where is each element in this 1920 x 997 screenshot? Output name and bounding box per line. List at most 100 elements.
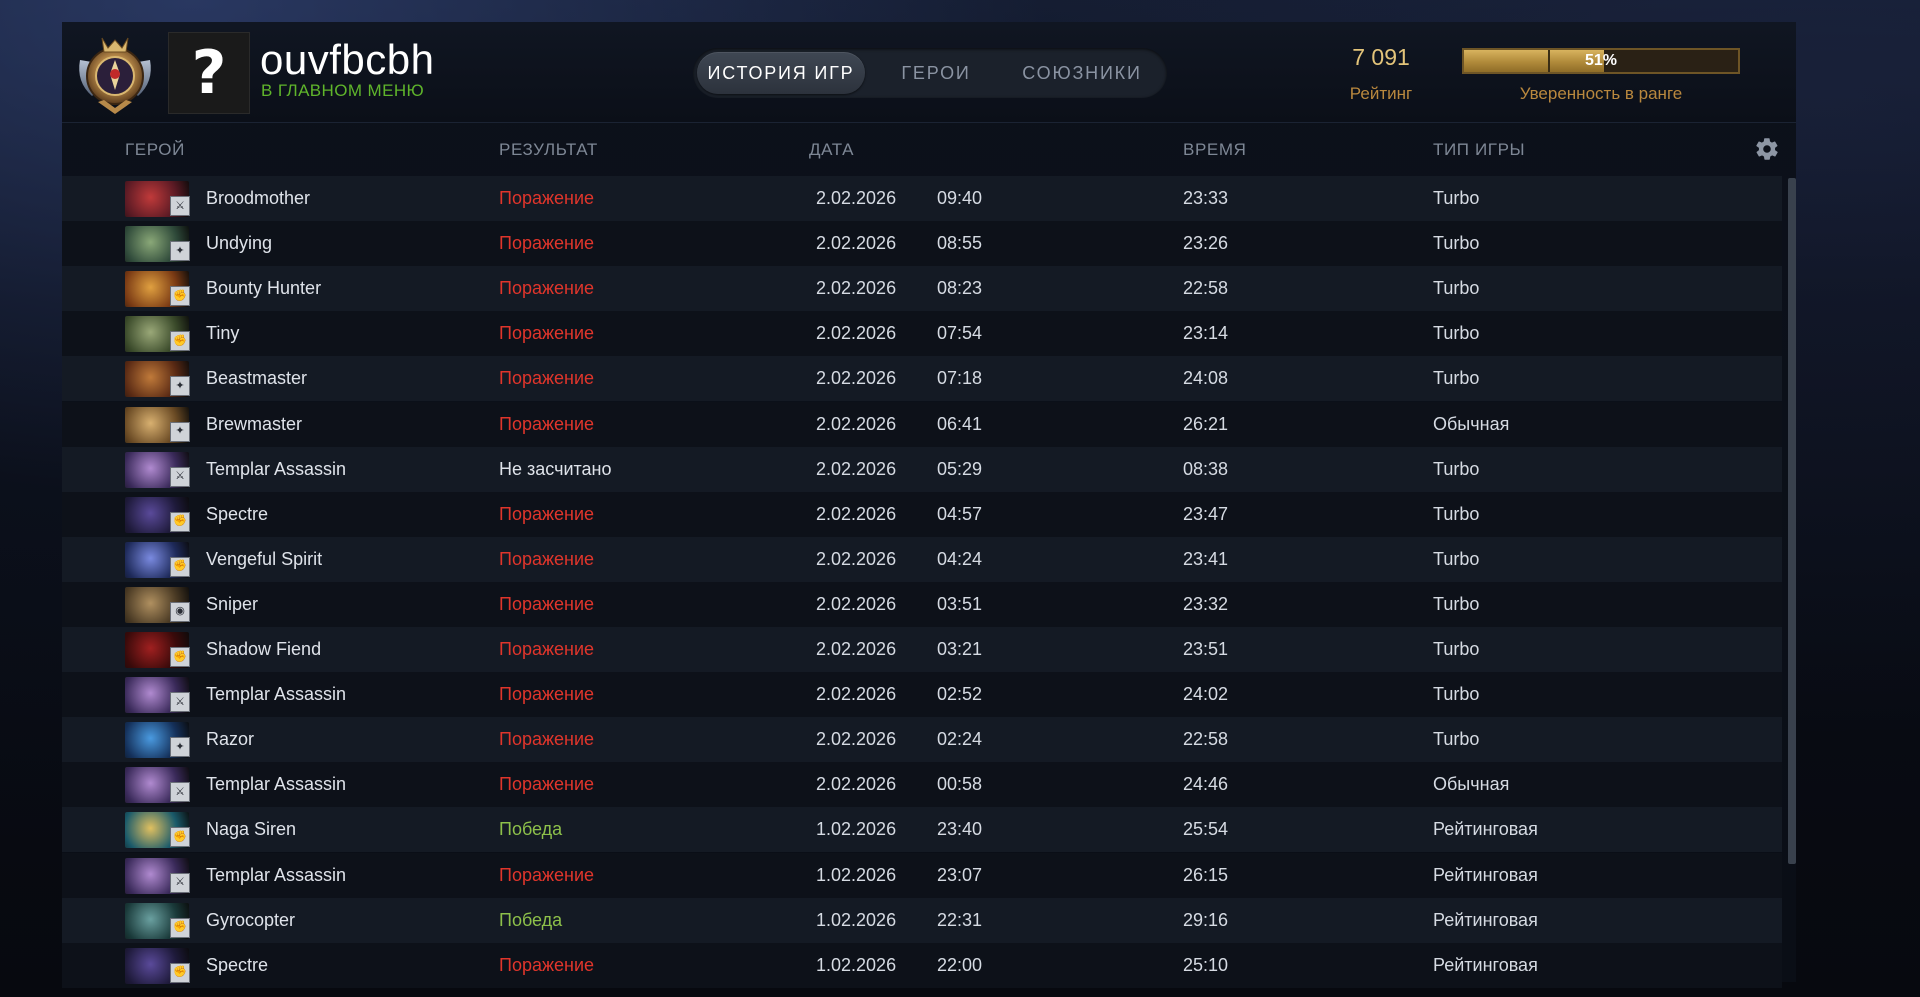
- match-result: Поражение: [499, 503, 595, 524]
- match-date: 2.02.2026: [816, 774, 897, 795]
- match-date: 2.02.2026: [816, 323, 897, 344]
- rating-label: Рейтинг: [1349, 84, 1413, 103]
- match-start-time: 07:54: [937, 323, 983, 344]
- match-result: Поражение: [499, 233, 595, 254]
- match-result: Поражение: [499, 639, 595, 659]
- tab-heroes[interactable]: ГЕРОИ: [877, 52, 995, 94]
- match-duration: 23:33: [1183, 188, 1229, 208]
- hero-role-icon: ✊: [170, 556, 190, 577]
- scrollbar[interactable]: [1788, 178, 1796, 864]
- match-duration: 23:47: [1183, 503, 1229, 524]
- match-row[interactable]: ✊ Spectre Поражение 2.02.2026 04:57 23:47 Turb…: [62, 491, 1782, 537]
- match-row[interactable]: ✊ Shadow Fiend Поражение 2.02.2026 03:21 23:5…: [62, 627, 1782, 672]
- column-header-hero[interactable]: ГЕРОЙ: [125, 140, 185, 160]
- hero-role-icon: ✦: [170, 421, 190, 442]
- match-row[interactable]: ⚔ Templar Assassin Поражение 2.02.2026 00:58…: [62, 762, 1782, 808]
- match-date: 2.02.2026: [816, 548, 897, 569]
- match-duration: 26:21: [1183, 413, 1229, 434]
- match-start-time: 07:18: [937, 368, 983, 389]
- match-duration: 24:46: [1183, 774, 1229, 795]
- match-result: Поражение: [499, 684, 595, 705]
- game-type: Обычная: [1433, 774, 1510, 795]
- avatar[interactable]: ?: [168, 32, 250, 114]
- match-row[interactable]: ⚔ Templar Assassin Поражение 1.02.2026 23:07…: [62, 852, 1782, 898]
- tab-allies[interactable]: СОЮЗНИКИ: [1007, 52, 1157, 94]
- match-start-time: 03:21: [937, 639, 983, 659]
- hero-name: Beastmaster: [206, 368, 308, 389]
- match-date: 2.02.2026: [816, 639, 897, 659]
- match-list: ⚔ Broodmother Поражение 2.02.2026 09:40 23:33…: [62, 176, 1796, 988]
- game-type: Turbo: [1433, 503, 1480, 524]
- match-row[interactable]: ✦ Brewmaster Поражение 2.02.2026 06:41 26:21 О…: [62, 401, 1782, 447]
- match-result: Поражение: [499, 278, 595, 299]
- match-date: 1.02.2026: [816, 819, 897, 840]
- game-type: Turbo: [1433, 368, 1480, 389]
- avatar-placeholder-glyph: ?: [191, 38, 227, 108]
- match-duration: 24:08: [1183, 368, 1229, 389]
- match-result: Не засчитано: [499, 458, 612, 479]
- match-row[interactable]: ⚔ Templar Assassin Поражение 2.02.2026 02:52…: [62, 672, 1782, 718]
- hero-role-icon: ✦: [170, 241, 190, 262]
- column-header-date[interactable]: ДАТА: [809, 140, 854, 160]
- game-type: Turbo: [1433, 323, 1480, 344]
- hero-role-icon: ✦: [170, 737, 190, 758]
- match-row[interactable]: ✦ Razor Поражение 2.02.2026 02:24 22:58 Turbo: [62, 717, 1782, 763]
- tab-match-history[interactable]: ИСТОРИЯ ИГР: [697, 52, 865, 94]
- match-row[interactable]: ✦ Beastmaster Поражение 2.02.2026 07:18 24:08…: [62, 356, 1782, 402]
- hero-role-icon: ✊: [170, 962, 190, 983]
- match-result: Поражение: [499, 954, 595, 975]
- hero-role-icon: ✦: [170, 376, 190, 397]
- match-row[interactable]: ✊ Vengeful Spirit Поражение 2.02.2026 04:24 2…: [62, 536, 1782, 582]
- gear-icon[interactable]: [1754, 136, 1780, 162]
- match-row[interactable]: ⚔ Templar Assassin Не засчитано 2.02.2026 05…: [62, 446, 1782, 492]
- match-row[interactable]: ✊ Tiny Поражение 2.02.2026 07:54 23:14 Turbo: [62, 311, 1782, 357]
- match-start-time: 23:40: [937, 819, 983, 840]
- game-type: Turbo: [1433, 458, 1480, 479]
- match-date: 1.02.2026: [816, 954, 897, 975]
- match-date: 1.02.2026: [816, 909, 897, 930]
- hero-role-icon: ⚔: [170, 466, 190, 487]
- game-type: Turbo: [1433, 188, 1480, 208]
- match-start-time: 02:52: [937, 684, 983, 705]
- match-result: Поражение: [499, 593, 595, 614]
- column-header-duration[interactable]: ВРЕМЯ: [1183, 140, 1246, 160]
- game-type: Рейтинговая: [1433, 864, 1538, 885]
- hero-name: Sniper: [206, 593, 259, 614]
- match-row[interactable]: ✊ Gyrocopter Победа 1.02.2026 22:31 29:16 Рейт…: [62, 897, 1782, 943]
- match-row[interactable]: ◉ Sniper Поражение 2.02.2026 03:51 23:32 Turbo: [62, 581, 1782, 627]
- match-row[interactable]: ✊ Naga Siren Победа 1.02.2026 23:40 25:54 Рейт…: [62, 807, 1782, 853]
- match-row[interactable]: ✦ Undying Поражение 2.02.2026 08:55 23:26 Turb…: [62, 221, 1782, 267]
- column-header-game-type[interactable]: ТИП ИГРЫ: [1433, 140, 1525, 160]
- column-header-result[interactable]: РЕЗУЛЬТАТ: [499, 140, 598, 160]
- hero-name: Broodmother: [206, 188, 311, 208]
- match-result: Поражение: [499, 864, 595, 885]
- player-name[interactable]: ouvfbcbh: [260, 36, 434, 84]
- match-row[interactable]: ⚔ Broodmother Поражение 2.02.2026 09:40 23:33…: [62, 176, 1782, 221]
- game-type: Обычная: [1433, 413, 1510, 434]
- match-duration: 29:16: [1183, 909, 1229, 930]
- match-start-time: 03:51: [937, 593, 983, 614]
- match-start-time: 22:31: [937, 909, 983, 930]
- match-start-time: 23:07: [937, 864, 983, 885]
- match-result: Поражение: [499, 188, 595, 208]
- match-date: 1.02.2026: [816, 864, 897, 885]
- hero-name: Templar Assassin: [206, 684, 347, 705]
- hero-role-icon: ⚔: [170, 196, 190, 216]
- rank-confidence-percent: 51%: [1584, 52, 1618, 69]
- match-date: 2.02.2026: [816, 593, 897, 614]
- match-start-time: 08:55: [937, 233, 983, 254]
- match-date: 2.02.2026: [816, 188, 897, 208]
- hero-name: Shadow Fiend: [206, 639, 322, 659]
- hero-name: Undying: [206, 233, 273, 254]
- rank-medal-icon: [79, 37, 151, 114]
- match-row[interactable]: ✊ Bounty Hunter Поражение 2.02.2026 08:23 22:…: [62, 266, 1782, 312]
- match-result: Поражение: [499, 413, 595, 434]
- match-start-time: 02:24: [937, 729, 983, 750]
- match-result: Победа: [499, 909, 563, 930]
- match-row[interactable]: ✊ Spectre Поражение 1.02.2026 22:00 25:10 Рейт…: [62, 942, 1782, 988]
- game-type: Turbo: [1433, 593, 1480, 614]
- match-duration: 26:15: [1183, 864, 1229, 885]
- match-start-time: 09:40: [937, 188, 983, 208]
- match-result: Поражение: [499, 729, 595, 750]
- tab-bar: ИСТОРИЯ ИГР ГЕРОИ СОЮЗНИКИ: [693, 48, 1167, 98]
